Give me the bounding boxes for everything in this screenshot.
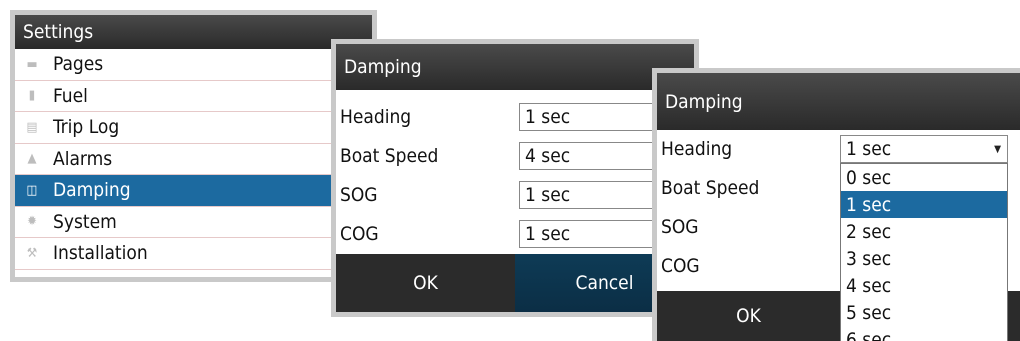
damping-dialog-dropdown: Damping Heading 1 sec ▼ Boat Speed SOG C…: [652, 68, 1020, 341]
heading-select-value: 1 sec: [846, 138, 892, 160]
dropdown-option[interactable]: 3 sec: [841, 245, 1007, 272]
alarm-bell-icon: ▲: [27, 151, 37, 167]
menu-item-pages[interactable]: ▬ Pages: [15, 49, 372, 81]
gear-icon: ✹: [27, 214, 37, 230]
heading-dropdown-list[interactable]: 0 sec 1 sec 2 sec 3 sec 4 sec 5 sec 6 se…: [840, 163, 1008, 341]
boat-speed-label: Boat Speed: [661, 177, 760, 199]
cog-label: COG: [661, 255, 700, 277]
cog-row: COG 1 sec: [336, 218, 694, 250]
trip-log-icon: ▤: [26, 119, 38, 135]
dialog-button-bar: OK Cancel: [336, 254, 694, 312]
menu-item-system[interactable]: ✹ System: [15, 207, 372, 238]
menu-item-label: Pages: [53, 53, 104, 76]
heading-label: Heading: [340, 106, 412, 128]
settings-panel: Settings ▬ Pages ▮ Fuel ▤ Trip Log ▲ Ala…: [10, 10, 377, 282]
ok-button[interactable]: OK: [657, 291, 840, 341]
sog-label: SOG: [661, 216, 699, 238]
settings-menu: ▬ Pages ▮ Fuel ▤ Trip Log ▲ Alarms ◫ Dam…: [15, 49, 372, 270]
damping-dialog-title: Damping: [336, 44, 694, 90]
boat-speed-label: Boat Speed: [340, 145, 439, 167]
menu-item-damping[interactable]: ◫ Damping: [15, 175, 372, 207]
menu-item-fuel[interactable]: ▮ Fuel: [15, 81, 372, 112]
sog-row: SOG 1 sec: [336, 179, 694, 211]
chevron-down-icon: ▼: [994, 143, 1001, 155]
dropdown-option[interactable]: 4 sec: [841, 272, 1007, 299]
dropdown-option[interactable]: 5 sec: [841, 299, 1007, 326]
menu-item-label: System: [53, 210, 117, 233]
dropdown-option[interactable]: 2 sec: [841, 218, 1007, 245]
heading-row: Heading 1 sec ▼: [657, 133, 1020, 165]
dropdown-option[interactable]: 6 sec: [841, 326, 1007, 341]
heading-label: Heading: [661, 138, 733, 160]
damping-icon: ◫: [26, 182, 38, 198]
dropdown-option[interactable]: 0 sec: [841, 164, 1007, 191]
menu-item-label: Installation: [53, 242, 148, 265]
ok-button[interactable]: OK: [336, 254, 515, 312]
heading-select[interactable]: 1 sec ▼: [840, 135, 1008, 163]
pages-icon: ▬: [26, 56, 38, 72]
menu-item-label: Fuel: [53, 84, 88, 107]
wrench-icon: ⚒: [26, 245, 38, 261]
settings-title: Settings: [15, 15, 372, 49]
sog-label: SOG: [340, 184, 378, 206]
menu-item-label: Damping: [53, 179, 131, 202]
boat-speed-row: Boat Speed 4 sec: [336, 140, 694, 172]
dropdown-option-selected[interactable]: 1 sec: [841, 191, 1007, 218]
heading-row: Heading 1 sec: [336, 101, 694, 133]
menu-item-installation[interactable]: ⚒ Installation: [15, 238, 372, 270]
menu-item-trip-log[interactable]: ▤ Trip Log: [15, 112, 372, 144]
damping-dialog-title: Damping: [657, 73, 1020, 130]
fuel-icon: ▮: [28, 88, 36, 104]
menu-item-label: Alarms: [53, 147, 113, 170]
menu-item-alarms[interactable]: ▲ Alarms: [15, 144, 372, 175]
menu-item-label: Trip Log: [53, 116, 120, 139]
cog-label: COG: [340, 223, 379, 245]
damping-dialog: Damping Heading 1 sec Boat Speed 4 sec S…: [331, 39, 699, 317]
